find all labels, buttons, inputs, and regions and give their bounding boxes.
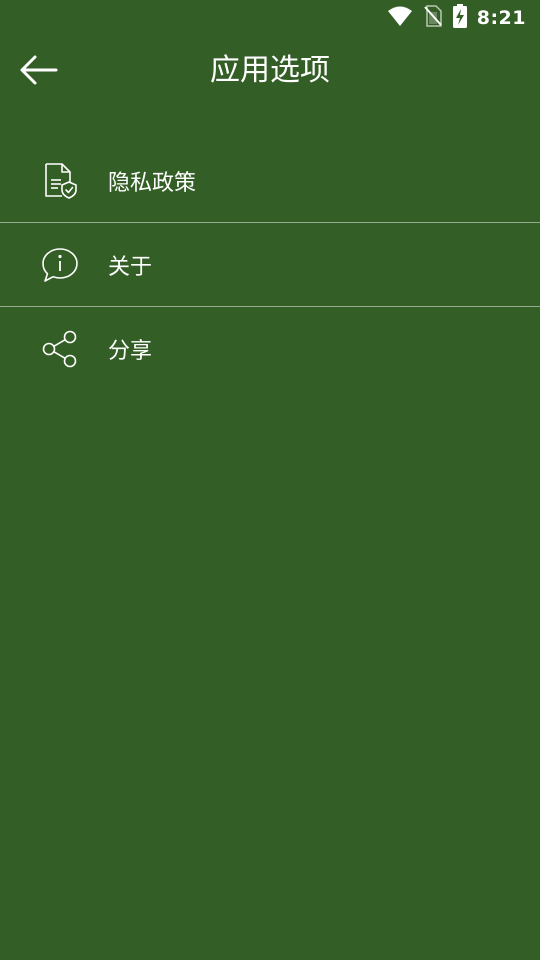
menu-item-about[interactable]: 关于 xyxy=(0,223,540,306)
battery-charging-icon xyxy=(452,4,467,32)
menu-item-label: 关于 xyxy=(108,254,153,280)
no-sim-icon xyxy=(423,5,443,31)
wifi-icon xyxy=(387,5,413,31)
menu-item-label: 隐私政策 xyxy=(108,170,197,196)
app-bar: 应用选项 xyxy=(0,36,540,108)
menu-item-share[interactable]: 分享 xyxy=(0,307,540,390)
status-bar: 8:21 xyxy=(0,0,540,36)
options-menu: 隐私政策 关于 分享 xyxy=(0,139,540,390)
menu-item-label: 分享 xyxy=(108,338,153,364)
status-icons: 8:21 xyxy=(387,4,526,32)
info-chat-icon xyxy=(40,246,80,284)
privacy-document-icon xyxy=(40,162,80,200)
status-time: 8:21 xyxy=(476,7,526,29)
menu-item-privacy-policy[interactable]: 隐私政策 xyxy=(0,139,540,222)
page-title: 应用选项 xyxy=(210,53,330,88)
share-icon xyxy=(40,330,80,368)
